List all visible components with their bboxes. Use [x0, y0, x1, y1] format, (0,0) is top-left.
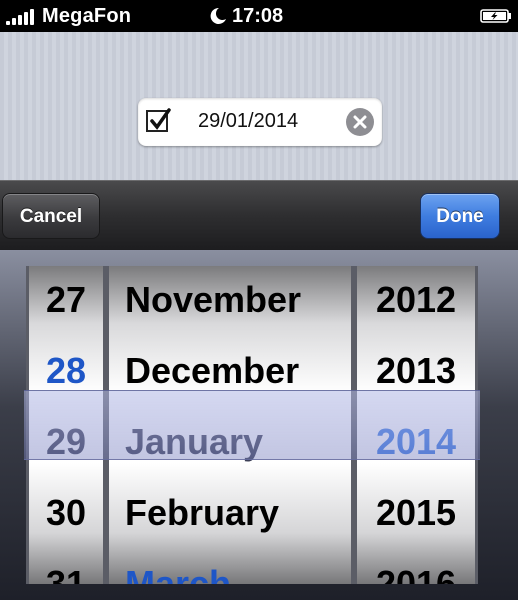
day-option[interactable]: 31	[29, 548, 103, 584]
day-option-today[interactable]: 28	[29, 335, 103, 406]
picker-toolbar: Cancel Done	[0, 180, 518, 250]
year-option-selected[interactable]: 2014	[357, 406, 475, 477]
year-wheel[interactable]: 2012 2013 2014 2015 2016	[354, 266, 478, 584]
day-option-selected[interactable]: 29	[29, 406, 103, 477]
clear-icon[interactable]	[346, 108, 374, 136]
year-option[interactable]: 2016	[357, 548, 475, 584]
month-option[interactable]: March	[109, 548, 351, 584]
battery-charging-icon	[480, 9, 511, 23]
month-option[interactable]: February	[109, 477, 351, 548]
month-wheel[interactable]: November December January February March	[106, 266, 354, 584]
cancel-button[interactable]: Cancel	[2, 193, 100, 239]
clock: 17:08	[232, 5, 284, 27]
day-option[interactable]: 30	[29, 477, 103, 548]
year-option[interactable]: 2013	[357, 335, 475, 406]
month-option[interactable]: December	[109, 335, 351, 406]
checkbox-icon[interactable]	[146, 108, 171, 132]
carrier-name: MegaFon	[42, 5, 132, 27]
day-wheel[interactable]: 27 28 29 30 31	[26, 266, 106, 584]
year-option[interactable]: 2012	[357, 266, 475, 335]
done-button[interactable]: Done	[420, 193, 500, 239]
month-option[interactable]: November	[109, 266, 351, 335]
month-option-selected[interactable]: January	[109, 406, 351, 477]
status-bar: MegaFon 17:08	[0, 0, 518, 32]
date-value[interactable]: 29/01/2014	[198, 110, 298, 133]
date-field[interactable]: 29/01/2014	[138, 98, 382, 146]
moon-icon	[210, 7, 226, 24]
year-option[interactable]: 2015	[357, 477, 475, 548]
date-picker: 27 28 29 30 31 November December January…	[0, 250, 518, 600]
form-background: 29/01/2014	[0, 32, 518, 180]
signal-icon	[6, 9, 34, 25]
day-option[interactable]: 27	[29, 266, 103, 335]
